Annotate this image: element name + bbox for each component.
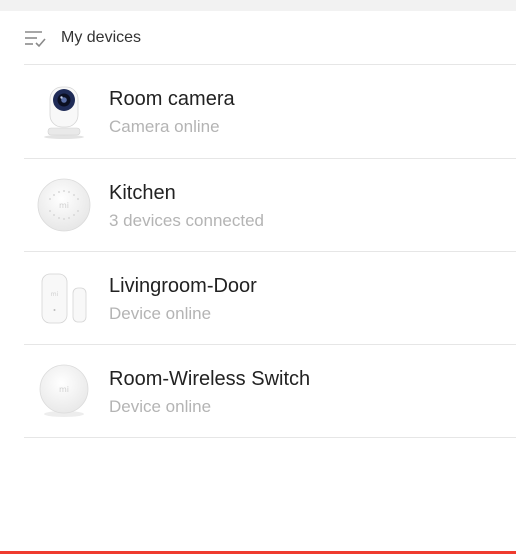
device-name: Room camera <box>109 88 235 110</box>
device-status: 3 devices connected <box>109 211 264 230</box>
device-name: Kitchen <box>109 182 176 204</box>
device-row-room-camera[interactable]: Room camera Camera online <box>0 65 516 158</box>
device-name: Room-Wireless Switch <box>109 368 311 390</box>
device-status: Camera online <box>109 117 220 136</box>
svg-text:mi: mi <box>51 291 59 298</box>
device-status: Device online <box>109 304 212 323</box>
page-title: My devices <box>61 29 142 46</box>
gateway-icon: mi <box>37 178 91 232</box>
list-check-icon[interactable] <box>24 28 46 48</box>
top-strip <box>0 0 516 11</box>
devices-header: My devices <box>0 11 516 64</box>
svg-text:mi: mi <box>59 385 69 394</box>
camera-icon <box>44 86 84 139</box>
device-row-room-wireless-switch[interactable]: mi Room-Wireless Switch Device online <box>0 345 516 438</box>
device-name: Livingroom-Door <box>109 275 257 297</box>
device-status: Device online <box>109 397 212 416</box>
divider <box>24 437 516 438</box>
device-row-kitchen[interactable]: mi Kitchen 3 devices connected <box>0 159 516 252</box>
wireless-switch-icon: mi <box>39 364 89 417</box>
device-row-livingroom-door[interactable]: mi Livingroom-Door Device online <box>0 252 516 345</box>
door-sensor-icon: mi <box>41 273 87 324</box>
svg-text:mi: mi <box>59 201 69 210</box>
